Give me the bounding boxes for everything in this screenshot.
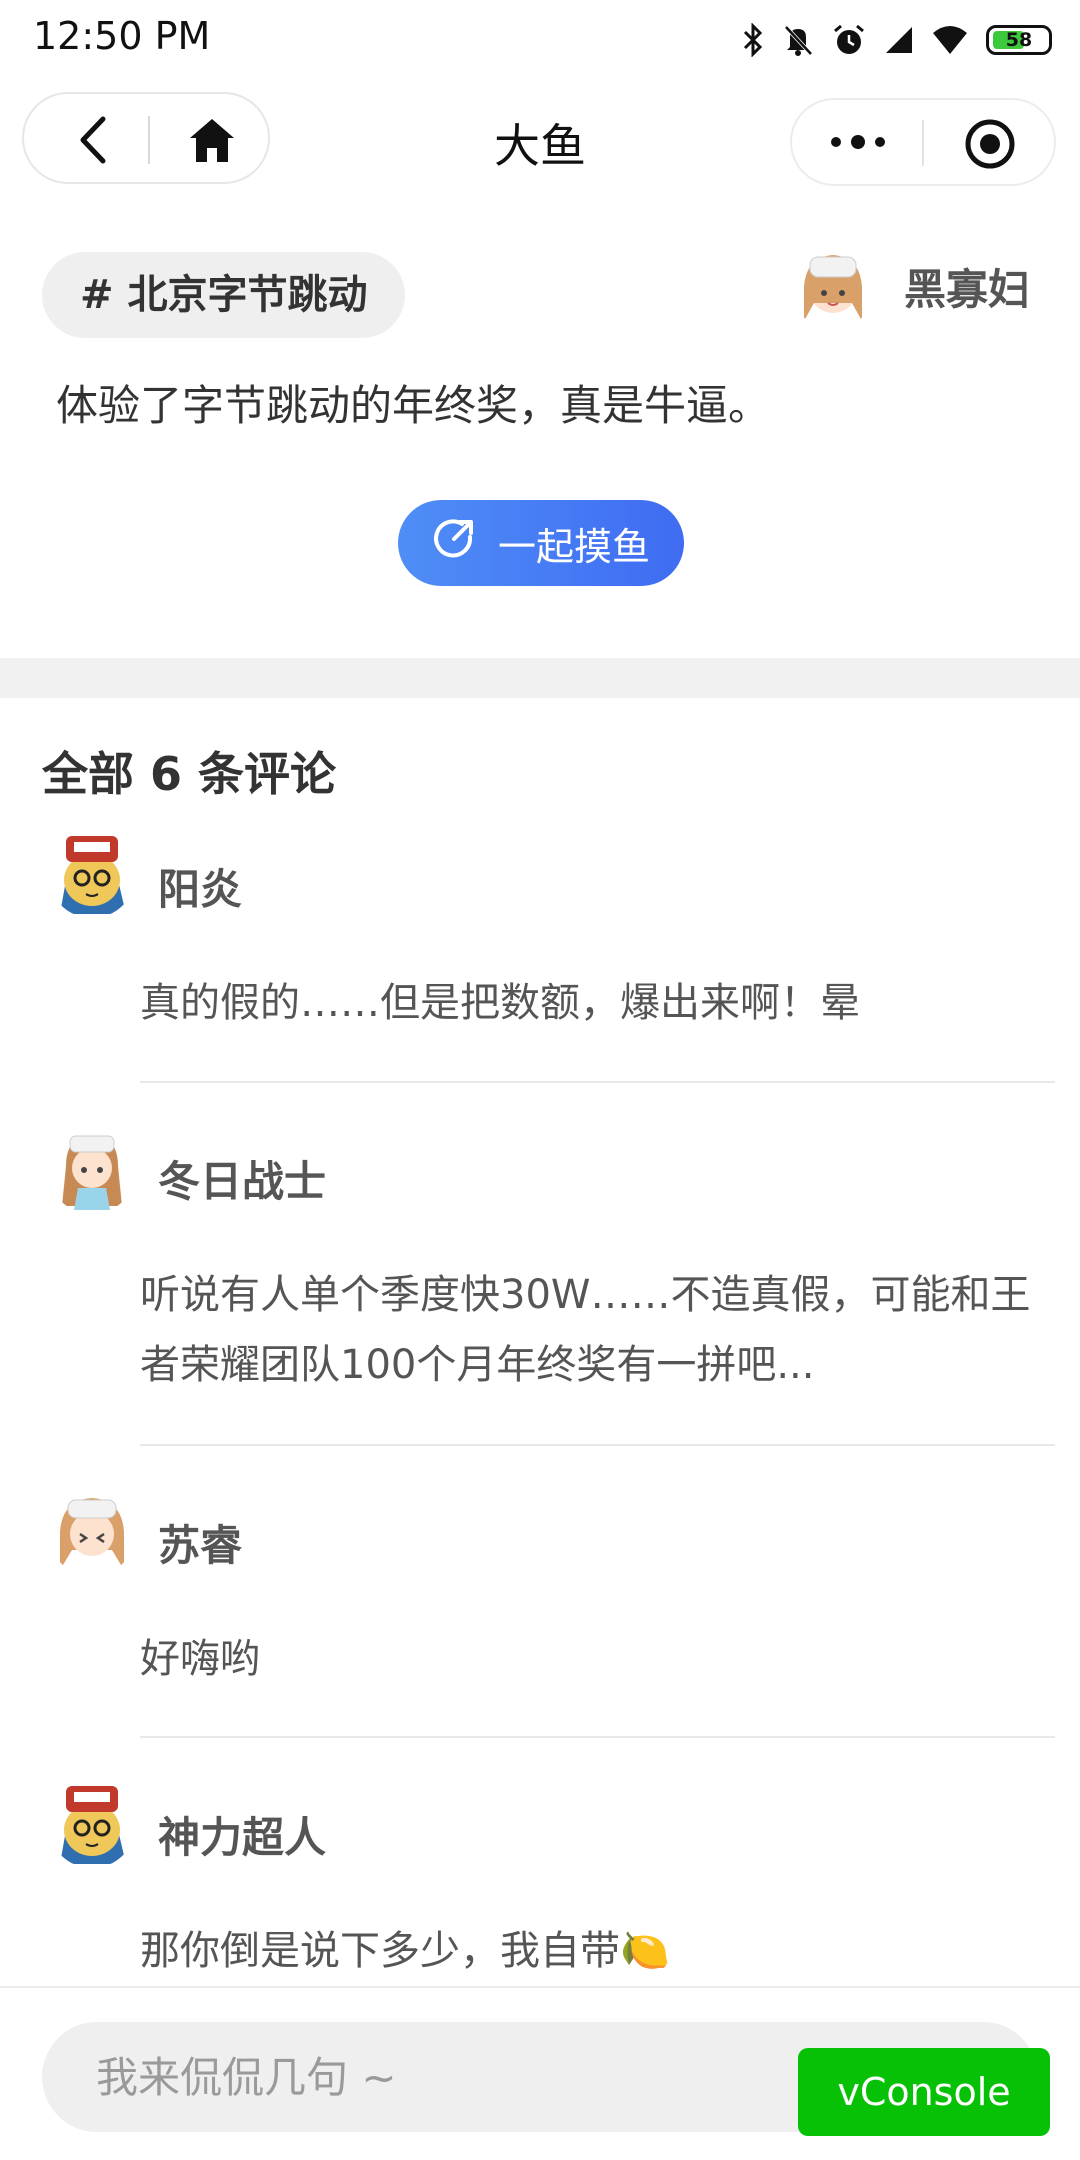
comments-title: 全部 6 条评论: [42, 747, 337, 801]
post-text: 体验了字节跳动的年终奖，真是牛逼。: [56, 381, 771, 430]
battery-level: 58: [1005, 29, 1033, 51]
comment-text: 真的假的……但是把数额，爆出来啊！晕: [140, 980, 860, 1026]
topic-tag[interactable]: # 北京字节跳动: [42, 252, 406, 338]
nav-bar: 大鱼: [0, 80, 1080, 200]
author-avatar: [789, 243, 876, 329]
nav-divider: [922, 120, 924, 166]
vconsole-button[interactable]: vConsole: [798, 2048, 1050, 2136]
share-icon: [432, 517, 476, 570]
bottom-bar: vConsole: [0, 1986, 1080, 2160]
commenter-avatar[interactable]: [48, 830, 136, 918]
commenter-name: 神力超人: [158, 1813, 327, 1862]
comment-text: 那你倒是说下多少，我自带🍋: [140, 1928, 670, 1974]
comment-text: 听说有人单个季度快30W……不造真假，可能和王者荣耀团队100个月年终奖有一拼吧…: [140, 1272, 1031, 1388]
status-bar: 12:50 PM 58: [0, 0, 1080, 80]
section-divider: [0, 658, 1080, 698]
bluetooth-icon: [742, 23, 764, 57]
comment-divider: [140, 1444, 1055, 1446]
status-time: 12:50 PM: [33, 14, 211, 58]
commenter-name: 苏睿: [158, 1521, 243, 1570]
author-name: 黑寡妇: [903, 264, 1030, 314]
share-button[interactable]: 一起摸鱼: [398, 500, 684, 586]
commenter-avatar[interactable]: [48, 1126, 136, 1214]
mute-icon: [782, 23, 814, 57]
wifi-icon: [932, 25, 968, 55]
commenter-avatar[interactable]: [48, 1780, 136, 1868]
comment-text: 好嗨哟: [140, 1636, 260, 1682]
share-button-label: 一起摸鱼: [497, 524, 650, 569]
more-icon[interactable]: [822, 116, 894, 168]
commenter-avatar[interactable]: [48, 1488, 136, 1576]
battery-icon: 58: [986, 25, 1052, 55]
status-icons: 58: [742, 18, 1052, 62]
post-author[interactable]: 黑寡妇: [789, 238, 1030, 334]
alarm-icon: [832, 23, 866, 57]
target-icon[interactable]: [960, 114, 1020, 174]
nav-capsule-right: [790, 98, 1056, 186]
commenter-name: 阳炎: [158, 865, 243, 914]
commenter-name: 冬日战士: [158, 1157, 327, 1206]
comment-divider: [140, 1736, 1055, 1738]
comment-divider: [140, 1081, 1055, 1083]
signal-icon: [884, 25, 914, 55]
